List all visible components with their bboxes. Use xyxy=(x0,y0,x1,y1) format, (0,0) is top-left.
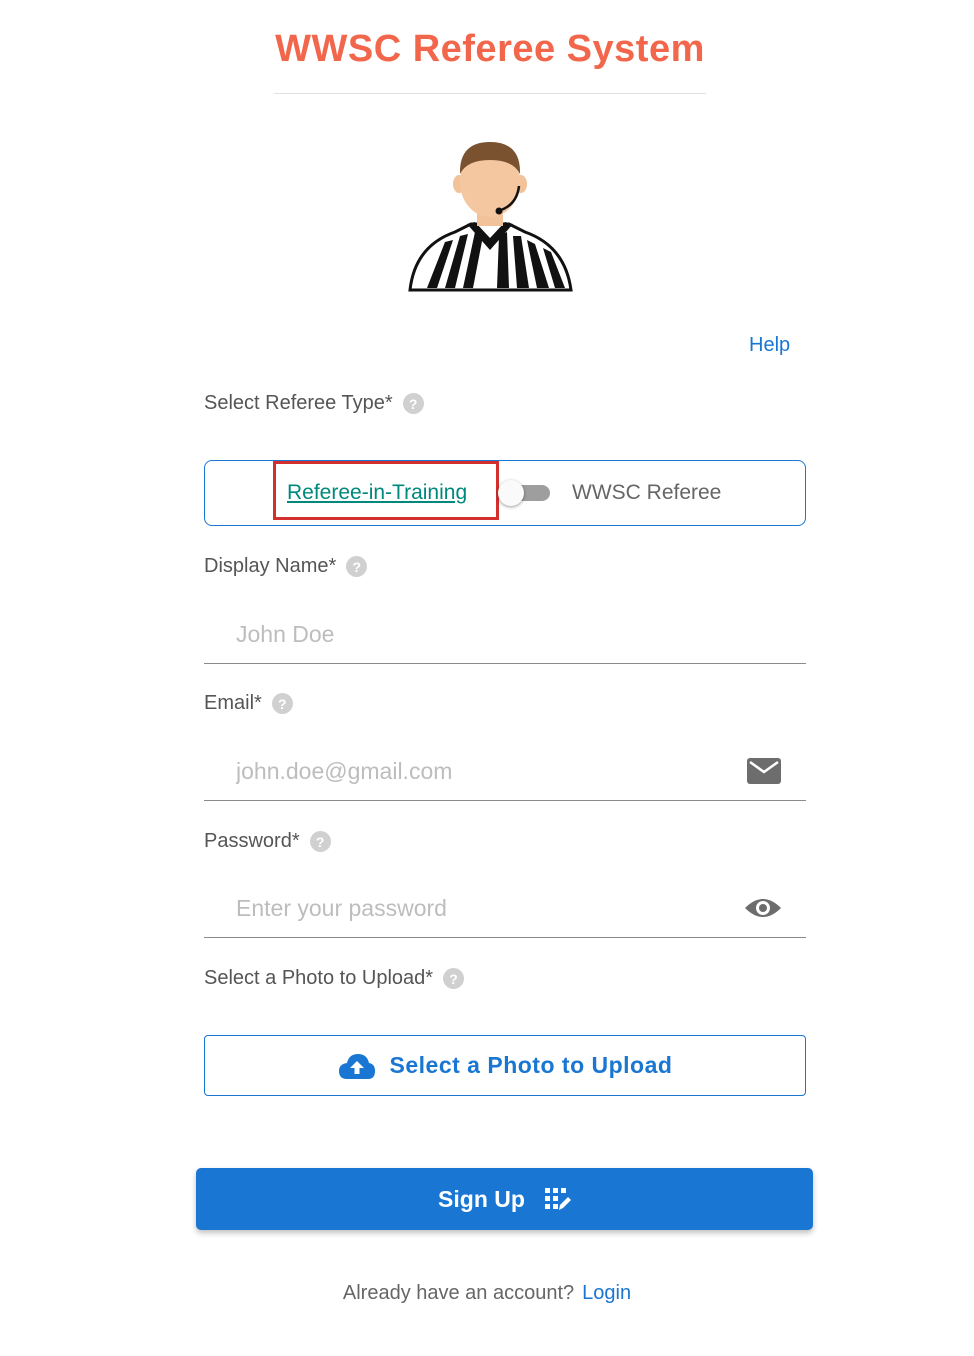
password-field-wrap xyxy=(204,880,806,938)
login-link[interactable]: Login xyxy=(582,1282,631,1304)
sign-up-label: Sign Up xyxy=(438,1185,525,1212)
select-photo-label: Select a Photo to Upload xyxy=(389,1052,673,1078)
photo-label: Select a Photo to Upload* ? xyxy=(204,967,465,990)
display-name-field-wrap xyxy=(204,606,806,664)
password-label: Password* ? xyxy=(204,830,331,853)
eye-icon[interactable] xyxy=(744,893,782,923)
switch-knob[interactable] xyxy=(498,480,524,506)
mail-icon xyxy=(747,758,781,784)
referee-avatar xyxy=(408,142,573,292)
password-label-text: Password* xyxy=(204,830,300,852)
sign-up-button[interactable]: Sign Up xyxy=(196,1168,813,1230)
email-field-wrap xyxy=(204,743,806,801)
referee-type-label: Select Referee Type* ? xyxy=(204,392,424,415)
help-circle-icon[interactable]: ? xyxy=(443,968,465,989)
display-name-label: Display Name* ? xyxy=(204,555,368,578)
help-circle-icon[interactable]: ? xyxy=(271,693,293,714)
photo-label-text: Select a Photo to Upload* xyxy=(204,967,434,989)
email-label-text: Email* xyxy=(204,692,262,714)
title-divider xyxy=(274,93,706,94)
wwsc-referee-option: WWSC Referee xyxy=(572,481,722,504)
password-input[interactable] xyxy=(236,890,736,926)
login-prompt: Already have an account? Login xyxy=(0,1282,974,1305)
signup-page: WWSC Referee System Help Select Referee … xyxy=(0,0,974,1356)
help-circle-icon[interactable]: ? xyxy=(346,556,368,577)
page-title: WWSC Referee System xyxy=(275,28,705,70)
display-name-label-text: Display Name* xyxy=(204,555,337,577)
help-circle-icon[interactable]: ? xyxy=(309,831,331,852)
referee-type-label-text: Select Referee Type* xyxy=(204,392,393,414)
email-label: Email* ? xyxy=(204,692,293,715)
help-link[interactable]: Help xyxy=(749,334,790,357)
highlight-annotation xyxy=(273,461,499,520)
email-input[interactable] xyxy=(236,753,736,789)
display-name-input[interactable] xyxy=(236,616,736,652)
help-circle-icon[interactable]: ? xyxy=(402,393,424,414)
draw-icon xyxy=(544,1188,571,1210)
login-prompt-text: Already have an account? xyxy=(342,1282,575,1304)
select-photo-button[interactable]: Select a Photo to Upload xyxy=(204,1035,806,1096)
cloud-upload-icon xyxy=(338,1053,375,1079)
